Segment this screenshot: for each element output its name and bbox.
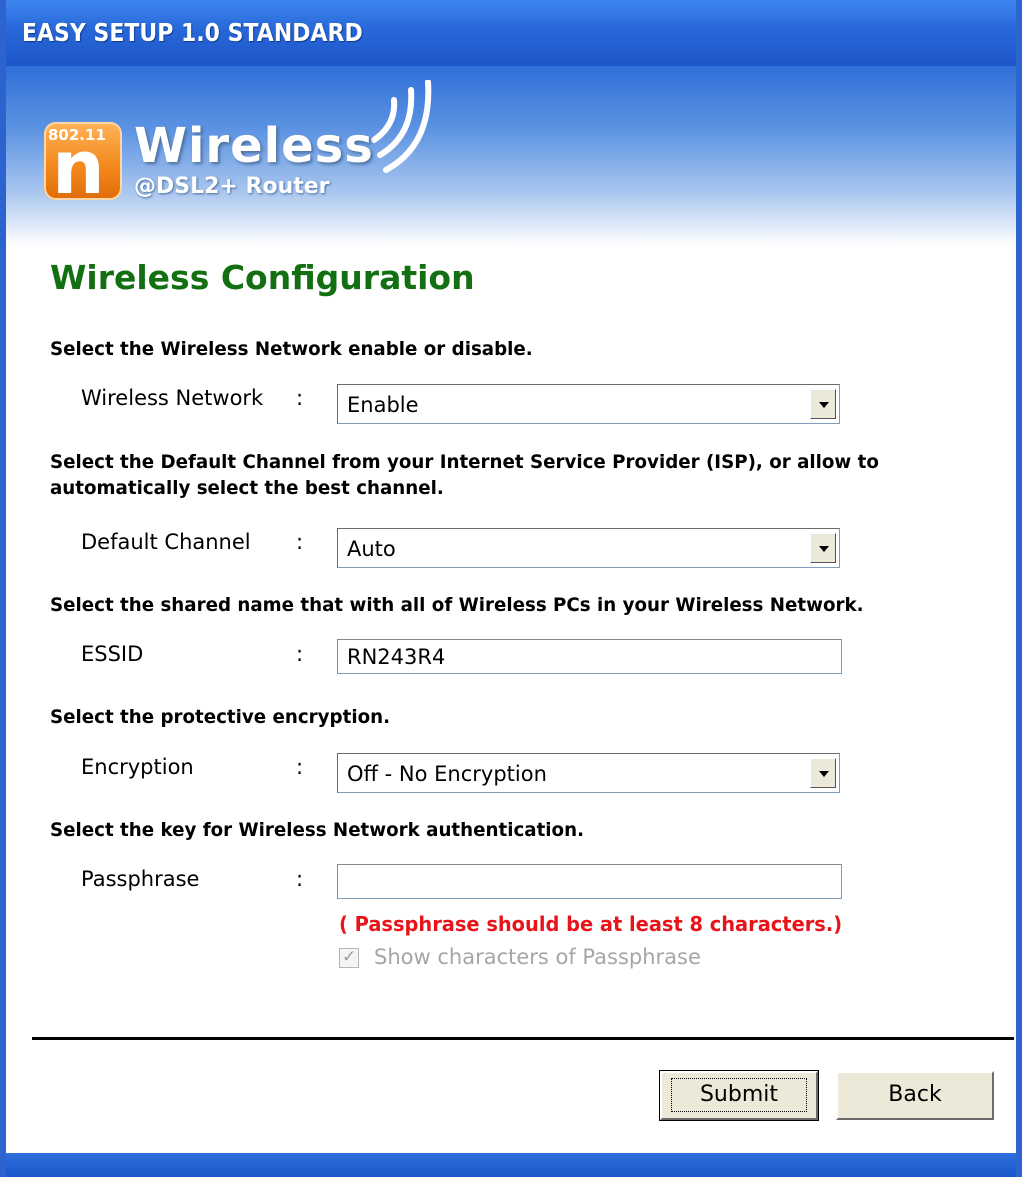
network-instruction: Select the Wireless Network enable or di… bbox=[50, 338, 533, 360]
submit-button[interactable]: Submit bbox=[659, 1070, 819, 1121]
show-passphrase-checkbox bbox=[339, 947, 359, 968]
encryption-value: Off - No Encryption bbox=[347, 762, 547, 786]
window-bottom-border bbox=[6, 1153, 1016, 1177]
passphrase-colon: : bbox=[296, 867, 304, 891]
back-button[interactable]: Back bbox=[836, 1071, 994, 1120]
encryption-select[interactable]: Off - No Encryption bbox=[337, 753, 840, 793]
wireless-network-value: Enable bbox=[347, 393, 419, 417]
setup-window: EASY SETUP 1.0 STANDARD 802.11 n Wireles… bbox=[0, 0, 1022, 1177]
essid-instruction: Select the shared name that with all of … bbox=[50, 594, 864, 616]
default-channel-colon: : bbox=[296, 530, 304, 554]
passphrase-warning: ( Passphrase should be at least 8 charac… bbox=[339, 912, 843, 936]
essid-input[interactable] bbox=[337, 639, 842, 674]
default-channel-label: Default Channel bbox=[81, 530, 251, 554]
encryption-colon: : bbox=[296, 755, 304, 779]
essid-label: ESSID bbox=[81, 642, 144, 666]
wireless-network-select[interactable]: Enable bbox=[337, 384, 840, 424]
passphrase-instruction: Select the key for Wireless Network auth… bbox=[50, 819, 585, 841]
page-title: Wireless Configuration bbox=[50, 258, 475, 297]
default-channel-select[interactable]: Auto bbox=[337, 528, 840, 568]
logo-badge-letter: n bbox=[52, 125, 105, 211]
chevron-down-icon[interactable] bbox=[810, 758, 836, 788]
passphrase-label: Passphrase bbox=[81, 867, 200, 891]
submit-button-label: Submit bbox=[670, 1078, 808, 1112]
logo-badge: 802.11 n bbox=[44, 122, 122, 211]
chevron-down-icon[interactable] bbox=[810, 533, 836, 563]
wireless-network-colon: : bbox=[296, 386, 304, 410]
default-channel-value: Auto bbox=[347, 537, 396, 561]
channel-instruction-line2: automatically select the best channel. bbox=[50, 477, 444, 499]
logo-name: Wireless bbox=[134, 118, 374, 174]
divider bbox=[32, 1037, 1014, 1040]
title-bar[interactable]: EASY SETUP 1.0 STANDARD bbox=[6, 0, 1016, 66]
essid-colon: : bbox=[296, 642, 304, 666]
encryption-label: Encryption bbox=[81, 755, 194, 779]
logo-subtitle: @DSL2+ Router bbox=[134, 174, 330, 199]
window-title: EASY SETUP 1.0 STANDARD bbox=[22, 18, 363, 47]
show-passphrase-label: Show characters of Passphrase bbox=[374, 945, 701, 969]
wireless-network-label: Wireless Network bbox=[81, 386, 264, 410]
chevron-down-icon[interactable] bbox=[810, 389, 836, 419]
passphrase-input[interactable] bbox=[337, 864, 842, 899]
channel-instruction-line1: Select the Default Channel from your Int… bbox=[50, 451, 879, 473]
encryption-instruction: Select the protective encryption. bbox=[50, 706, 391, 728]
signal-waves-icon bbox=[371, 80, 432, 173]
